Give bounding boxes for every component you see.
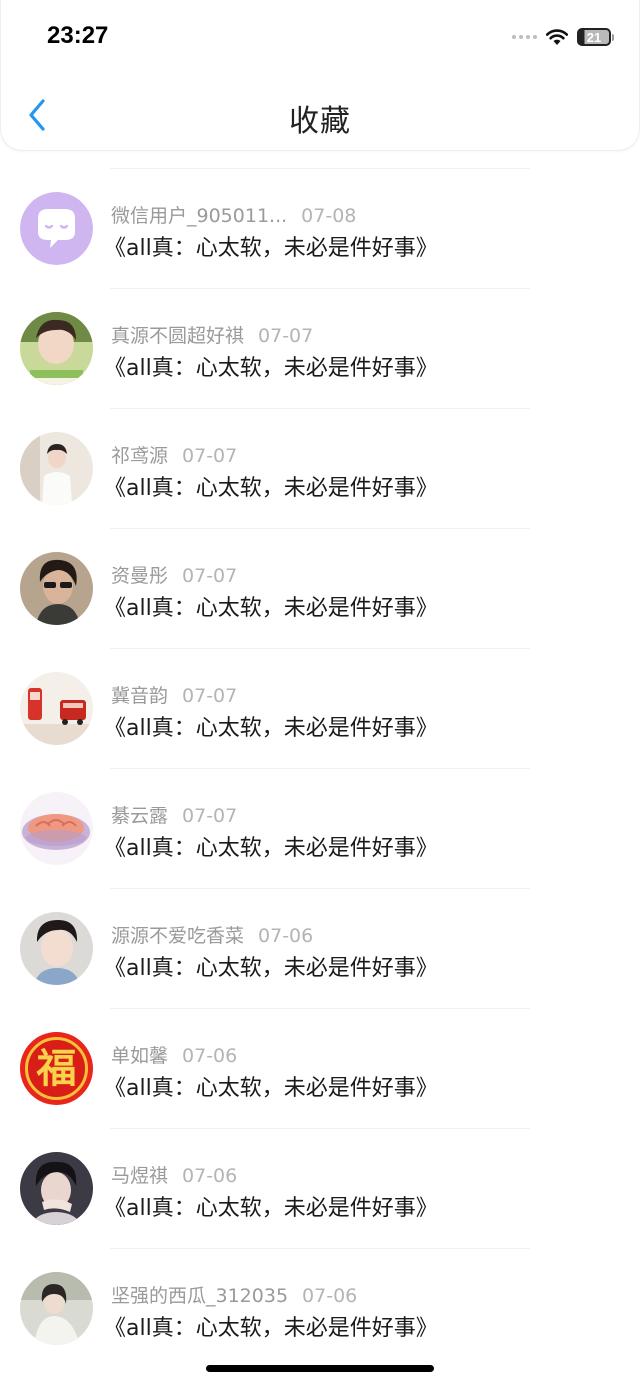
divider [110,1008,530,1009]
favorites-screen: 23:27 21 收藏 微信用户_905011... 07-08 《all真：心… [0,0,640,1385]
divider [110,888,530,889]
avatar[interactable] [20,1152,93,1225]
list-item[interactable]: 真源不圆超好祺 07-07 《all真：心太软，未必是件好事》 [0,288,640,408]
favorite-title: 《all真：心太软，未必是件好事》 [104,1076,438,1101]
list-item[interactable]: 祁鸢源 07-07 《all真：心太软，未必是件好事》 [0,408,640,528]
divider [110,168,530,169]
battery-icon: 21 [577,28,614,46]
home-indicator [206,1365,434,1372]
divider [110,648,530,649]
list-item[interactable]: 源源不爱吃香菜 07-06 《all真：心太软，未必是件好事》 [0,888,640,1008]
date: 07-06 [258,925,314,947]
list-item[interactable]: 马煜祺 07-06 《all真：心太软，未必是件好事》 [0,1128,640,1248]
divider [110,408,530,409]
item-meta: 冀音韵 07-07 [111,681,237,708]
username: 坚强的西瓜_312035 [111,1285,289,1307]
avatar[interactable] [20,552,93,625]
date: 07-06 [182,1045,238,1067]
item-meta: 坚强的西瓜_312035 07-06 [111,1281,357,1308]
avatar[interactable] [20,792,93,865]
username: 单如馨 [111,1045,169,1067]
list-item[interactable]: 微信用户_905011... 07-08 《all真：心太软，未必是件好事》 [0,168,640,288]
username: 冀音韵 [111,685,169,707]
date: 07-06 [182,1165,238,1187]
favorite-title: 《all真：心太软，未必是件好事》 [104,716,438,741]
list-item[interactable]: 坚强的西瓜_312035 07-06 《all真：心太软，未必是件好事》 [0,1248,640,1368]
avatar[interactable]: 福 [20,1032,93,1105]
username: 祁鸢源 [111,445,169,467]
list-item[interactable]: 綦云露 07-07 《all真：心太软，未必是件好事》 [0,768,640,888]
username: 真源不圆超好祺 [111,325,245,347]
favorite-title: 《all真：心太软，未必是件好事》 [104,836,438,861]
date: 07-08 [301,205,357,227]
divider [110,288,530,289]
item-meta: 綦云露 07-07 [111,801,237,828]
favorite-title: 《all真：心太软，未必是件好事》 [104,356,438,381]
list-item[interactable]: 福 单如馨 07-06 《all真：心太软，未必是件好事》 [0,1008,640,1128]
divider [110,1248,530,1249]
favorite-title: 《all真：心太软，未必是件好事》 [104,476,438,501]
svg-text:福: 福 [36,1046,77,1092]
status-indicators: 21 [512,28,614,46]
favorites-list: 微信用户_905011... 07-08 《all真：心太软，未必是件好事》 真源… [0,168,640,1368]
date: 07-07 [182,565,238,587]
avatar[interactable] [20,672,93,745]
item-meta: 源源不爱吃香菜 07-06 [111,921,313,948]
username: 资曼彤 [111,565,169,587]
status-time: 23:27 [47,22,109,49]
favorite-title: 《all真：心太软，未必是件好事》 [104,236,438,261]
divider [110,1128,530,1129]
date: 07-07 [258,325,314,347]
battery-level: 21 [586,29,602,45]
date: 07-07 [182,805,238,827]
favorite-title: 《all真：心太软，未必是件好事》 [104,956,438,981]
avatar[interactable] [20,432,93,505]
item-meta: 马煜祺 07-06 [111,1161,237,1188]
favorite-title: 《all真：心太软，未必是件好事》 [104,1196,438,1221]
username: 微信用户_905011... [111,205,288,227]
date: 07-07 [182,685,238,707]
username: 马煜祺 [111,1165,169,1187]
item-meta: 微信用户_905011... 07-08 [111,201,356,228]
date: 07-07 [182,445,238,467]
item-meta: 单如馨 07-06 [111,1041,237,1068]
divider [110,528,530,529]
username: 綦云露 [111,805,169,827]
page-title: 收藏 [289,104,351,139]
header: 23:27 21 收藏 [0,0,640,151]
signal-icon [512,35,537,39]
divider [110,768,530,769]
favorite-title: 《all真：心太软，未必是件好事》 [104,596,438,621]
avatar[interactable] [20,1272,93,1345]
list-item[interactable]: 冀音韵 07-07 《all真：心太软，未必是件好事》 [0,648,640,768]
avatar[interactable] [20,192,93,265]
item-meta: 真源不圆超好祺 07-07 [111,321,313,348]
favorite-title: 《all真：心太软，未必是件好事》 [104,1316,438,1341]
item-meta: 祁鸢源 07-07 [111,441,237,468]
item-meta: 资曼彤 07-07 [111,561,237,588]
avatar[interactable] [20,912,93,985]
list-item[interactable]: 资曼彤 07-07 《all真：心太软，未必是件好事》 [0,528,640,648]
wifi-icon [545,29,569,45]
date: 07-06 [302,1285,358,1307]
avatar[interactable] [20,312,93,385]
username: 源源不爱吃香菜 [111,925,245,947]
